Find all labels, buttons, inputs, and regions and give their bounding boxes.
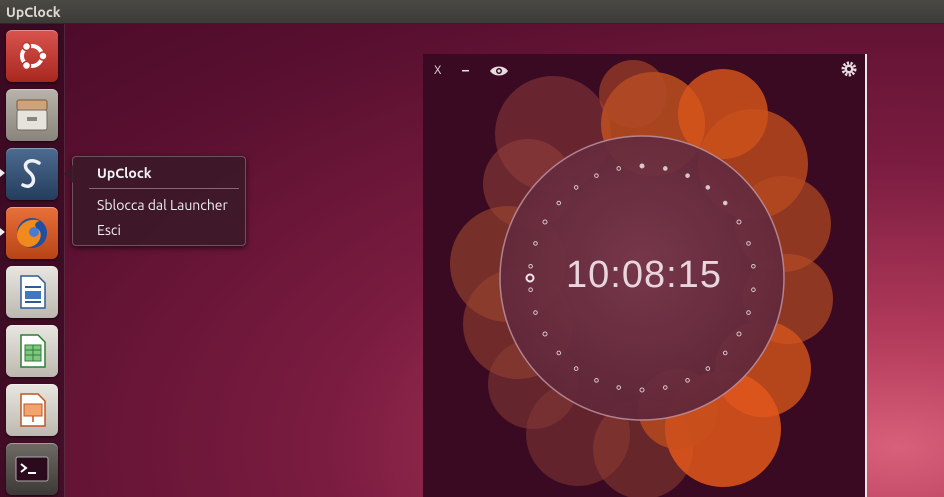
launcher-item-writer[interactable] xyxy=(6,266,58,318)
minute-dot xyxy=(685,173,690,178)
terminal-icon xyxy=(15,456,49,482)
top-panel: UpClock xyxy=(0,0,944,24)
ubuntu-logo-icon xyxy=(20,41,48,71)
quicklist-arrow xyxy=(64,165,73,183)
quicklist-separator xyxy=(89,188,239,189)
running-indicator xyxy=(0,169,5,177)
clock-time: 10:08:15 xyxy=(566,254,722,296)
launcher-item-calc[interactable] xyxy=(6,325,58,377)
quicklist-item-unlock[interactable]: Sblocca dal Launcher xyxy=(97,197,228,213)
launcher-item-impress[interactable] xyxy=(6,384,58,436)
libreoffice-impress-icon xyxy=(20,393,46,427)
launcher-item-dash[interactable] xyxy=(6,30,58,82)
launcher-item-files[interactable] xyxy=(6,89,58,141)
gear-icon[interactable] xyxy=(840,60,858,78)
close-button[interactable]: X xyxy=(434,64,441,77)
launcher-item-terminal[interactable] xyxy=(6,443,58,495)
window-title: UpClock xyxy=(6,4,61,20)
minute-dot xyxy=(639,163,645,169)
upclock-s-icon xyxy=(21,159,41,188)
minute-dot xyxy=(662,166,668,171)
minute-dot xyxy=(722,200,728,206)
upclock-window: X – 10:08:15 xyxy=(423,54,867,497)
file-cabinet-icon xyxy=(16,99,48,131)
libreoffice-writer-icon xyxy=(20,275,46,309)
libreoffice-calc-icon xyxy=(20,334,46,368)
launcher xyxy=(0,24,65,497)
quicklist-title: UpClock xyxy=(97,165,152,181)
launcher-item-firefox[interactable] xyxy=(6,207,58,259)
minimize-button[interactable]: – xyxy=(462,62,469,78)
firefox-icon xyxy=(17,218,47,248)
launcher-item-upclock[interactable] xyxy=(6,148,58,200)
minute-dot xyxy=(705,185,711,190)
eye-icon[interactable] xyxy=(489,65,509,77)
running-indicator xyxy=(0,228,5,236)
quicklist-item-quit[interactable]: Esci xyxy=(97,222,121,238)
launcher-quicklist: UpClock Sblocca dal Launcher Esci xyxy=(64,156,246,246)
